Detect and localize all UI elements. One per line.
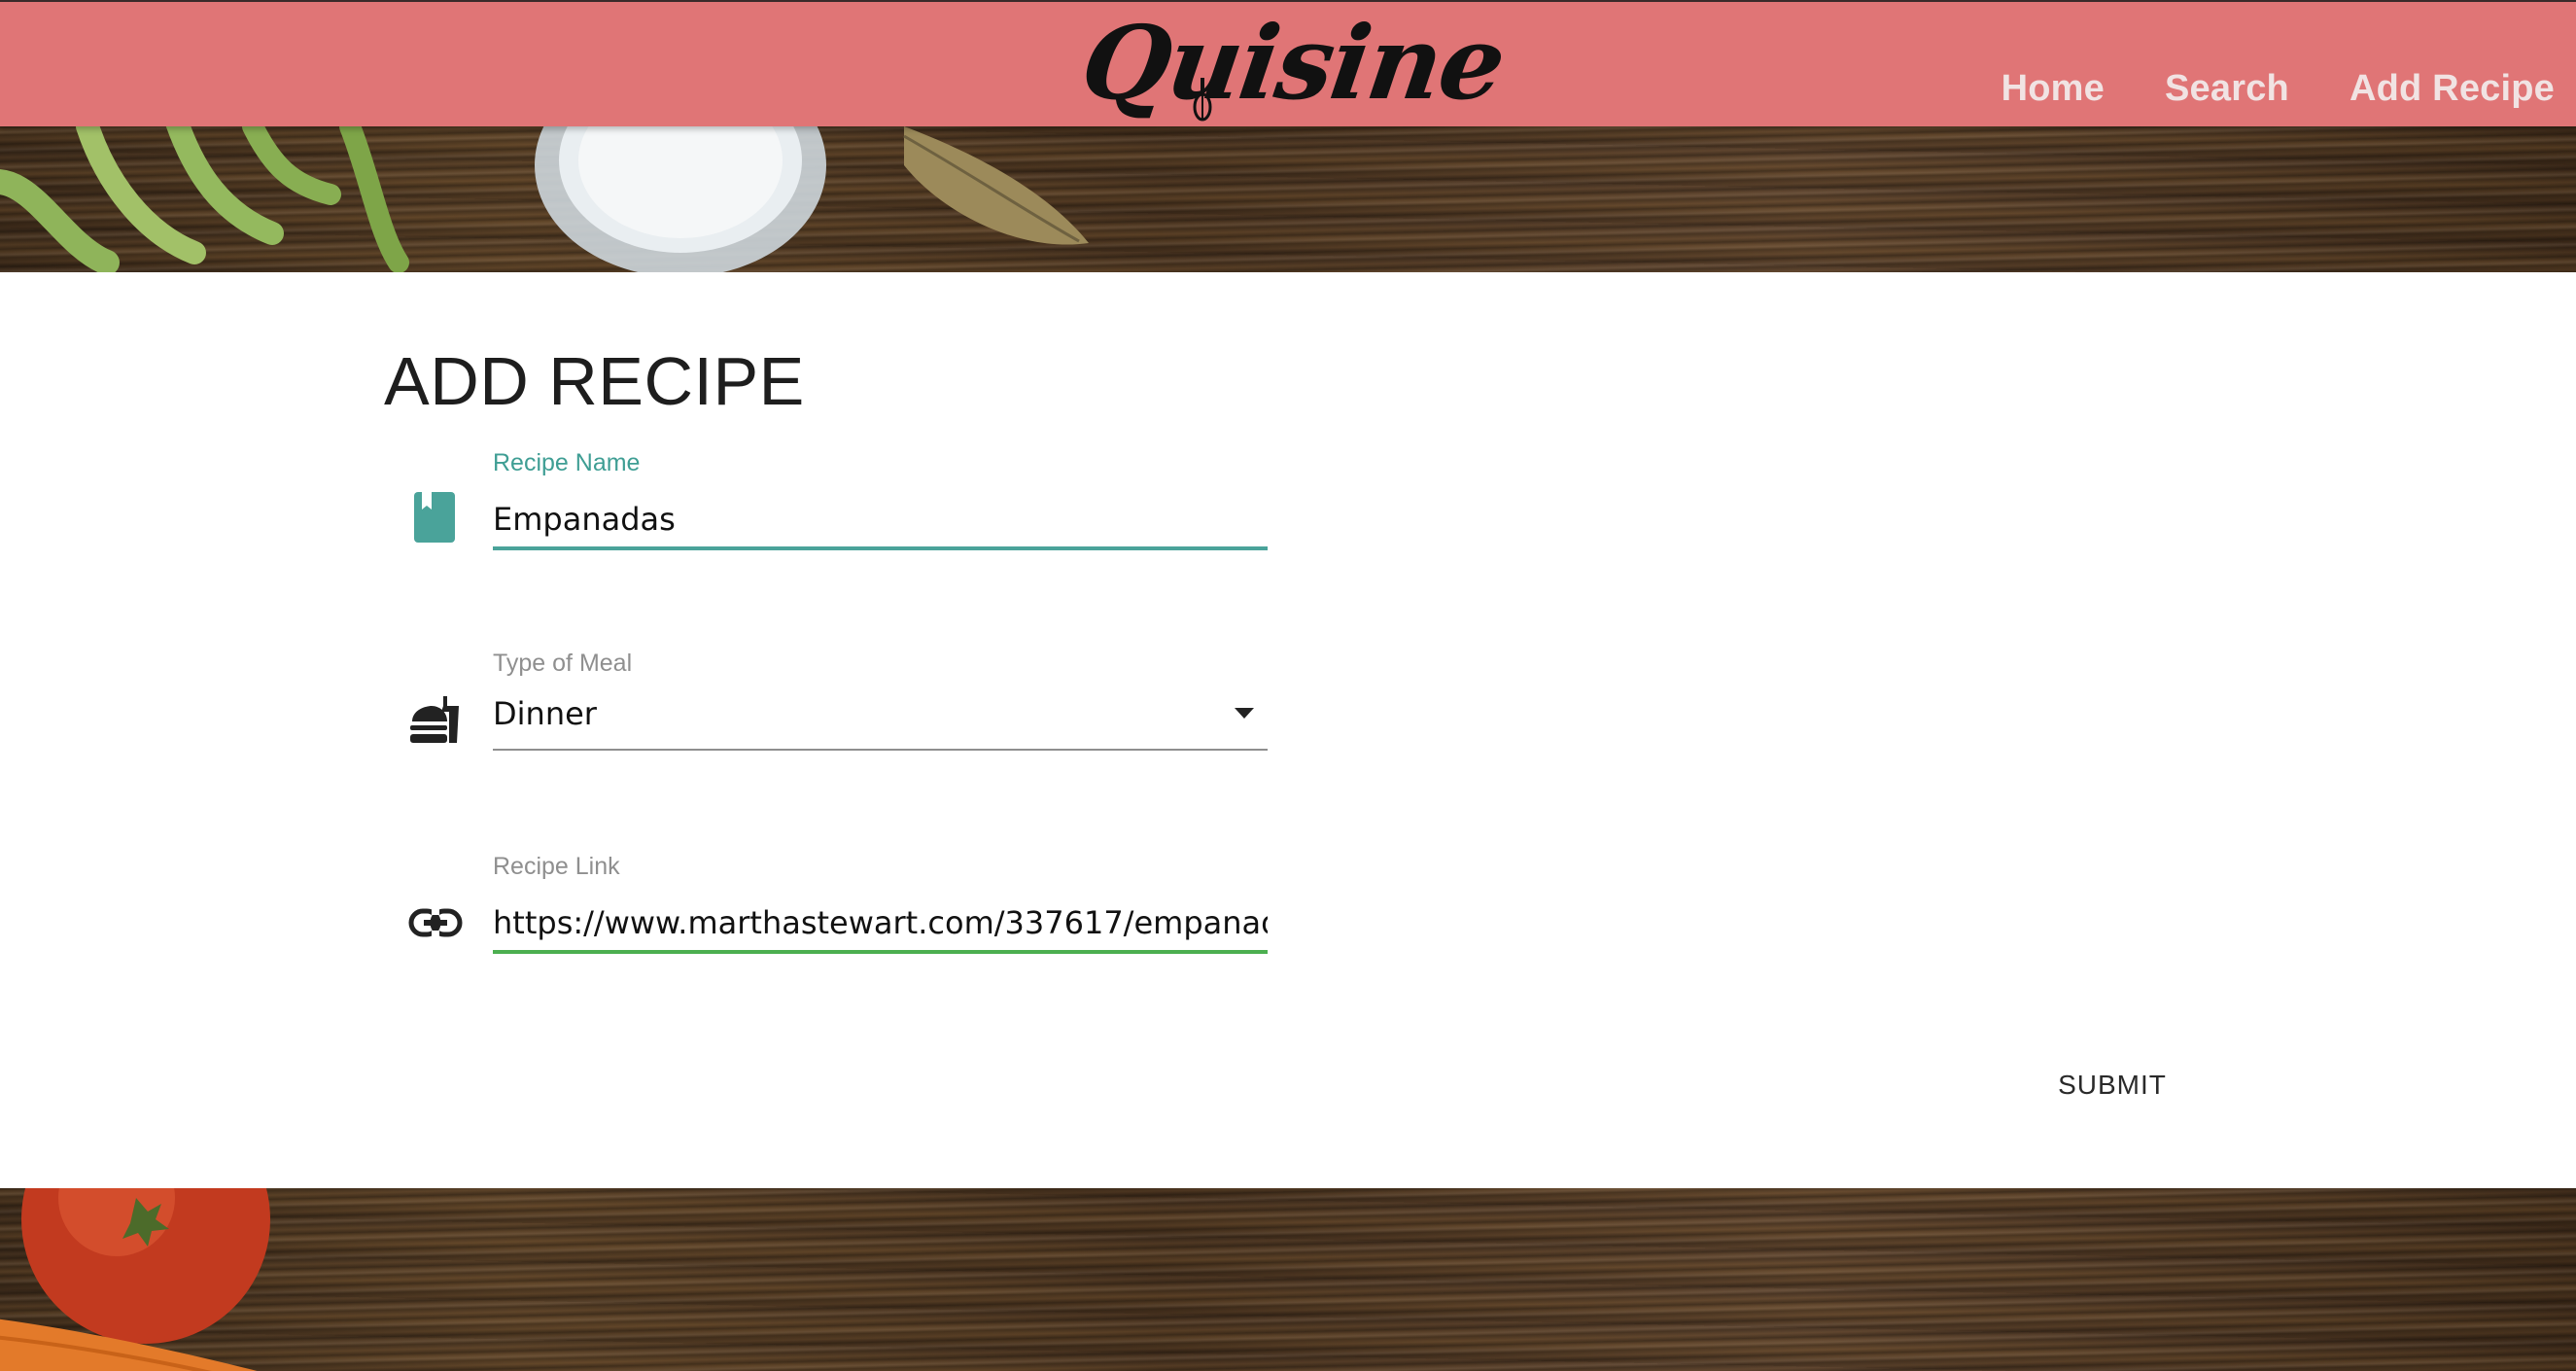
meal-type-field: Type of Meal Dinner [399, 650, 1269, 766]
top-navbar: Quisine Home Search Add Recipe [0, 0, 2576, 126]
whisk-icon [1193, 78, 1212, 122]
recipe-link-input[interactable] [493, 896, 1268, 954]
fastfood-icon [410, 696, 459, 743]
submit-button[interactable]: SUBMIT [2034, 1058, 2191, 1112]
header-banner-image [0, 126, 2576, 272]
nav-add-recipe-link[interactable]: Add Recipe [2350, 68, 2555, 110]
link-icon [408, 908, 463, 937]
page-title: ADD RECIPE [384, 343, 805, 419]
recipe-link-field: Recipe Link [399, 853, 1269, 969]
nav-search-link[interactable]: Search [2165, 68, 2289, 110]
meal-type-label: Type of Meal [493, 650, 633, 677]
book-icon [414, 492, 455, 543]
nav-links: Home Search Add Recipe [2002, 68, 2555, 110]
meal-type-selected-value: Dinner [493, 695, 597, 732]
recipe-link-label: Recipe Link [493, 853, 620, 880]
banner-food-decoration [0, 126, 1089, 272]
recipe-name-label: Recipe Name [493, 449, 641, 476]
footer-banner-image [0, 1188, 2576, 1371]
recipe-name-input[interactable] [493, 492, 1268, 550]
chevron-down-icon[interactable] [1235, 708, 1254, 719]
recipe-name-field: Recipe Name [399, 449, 1269, 566]
footer-food-decoration [0, 1188, 270, 1371]
nav-home-link[interactable]: Home [2002, 68, 2105, 110]
meal-type-select[interactable]: Dinner [493, 692, 1268, 751]
